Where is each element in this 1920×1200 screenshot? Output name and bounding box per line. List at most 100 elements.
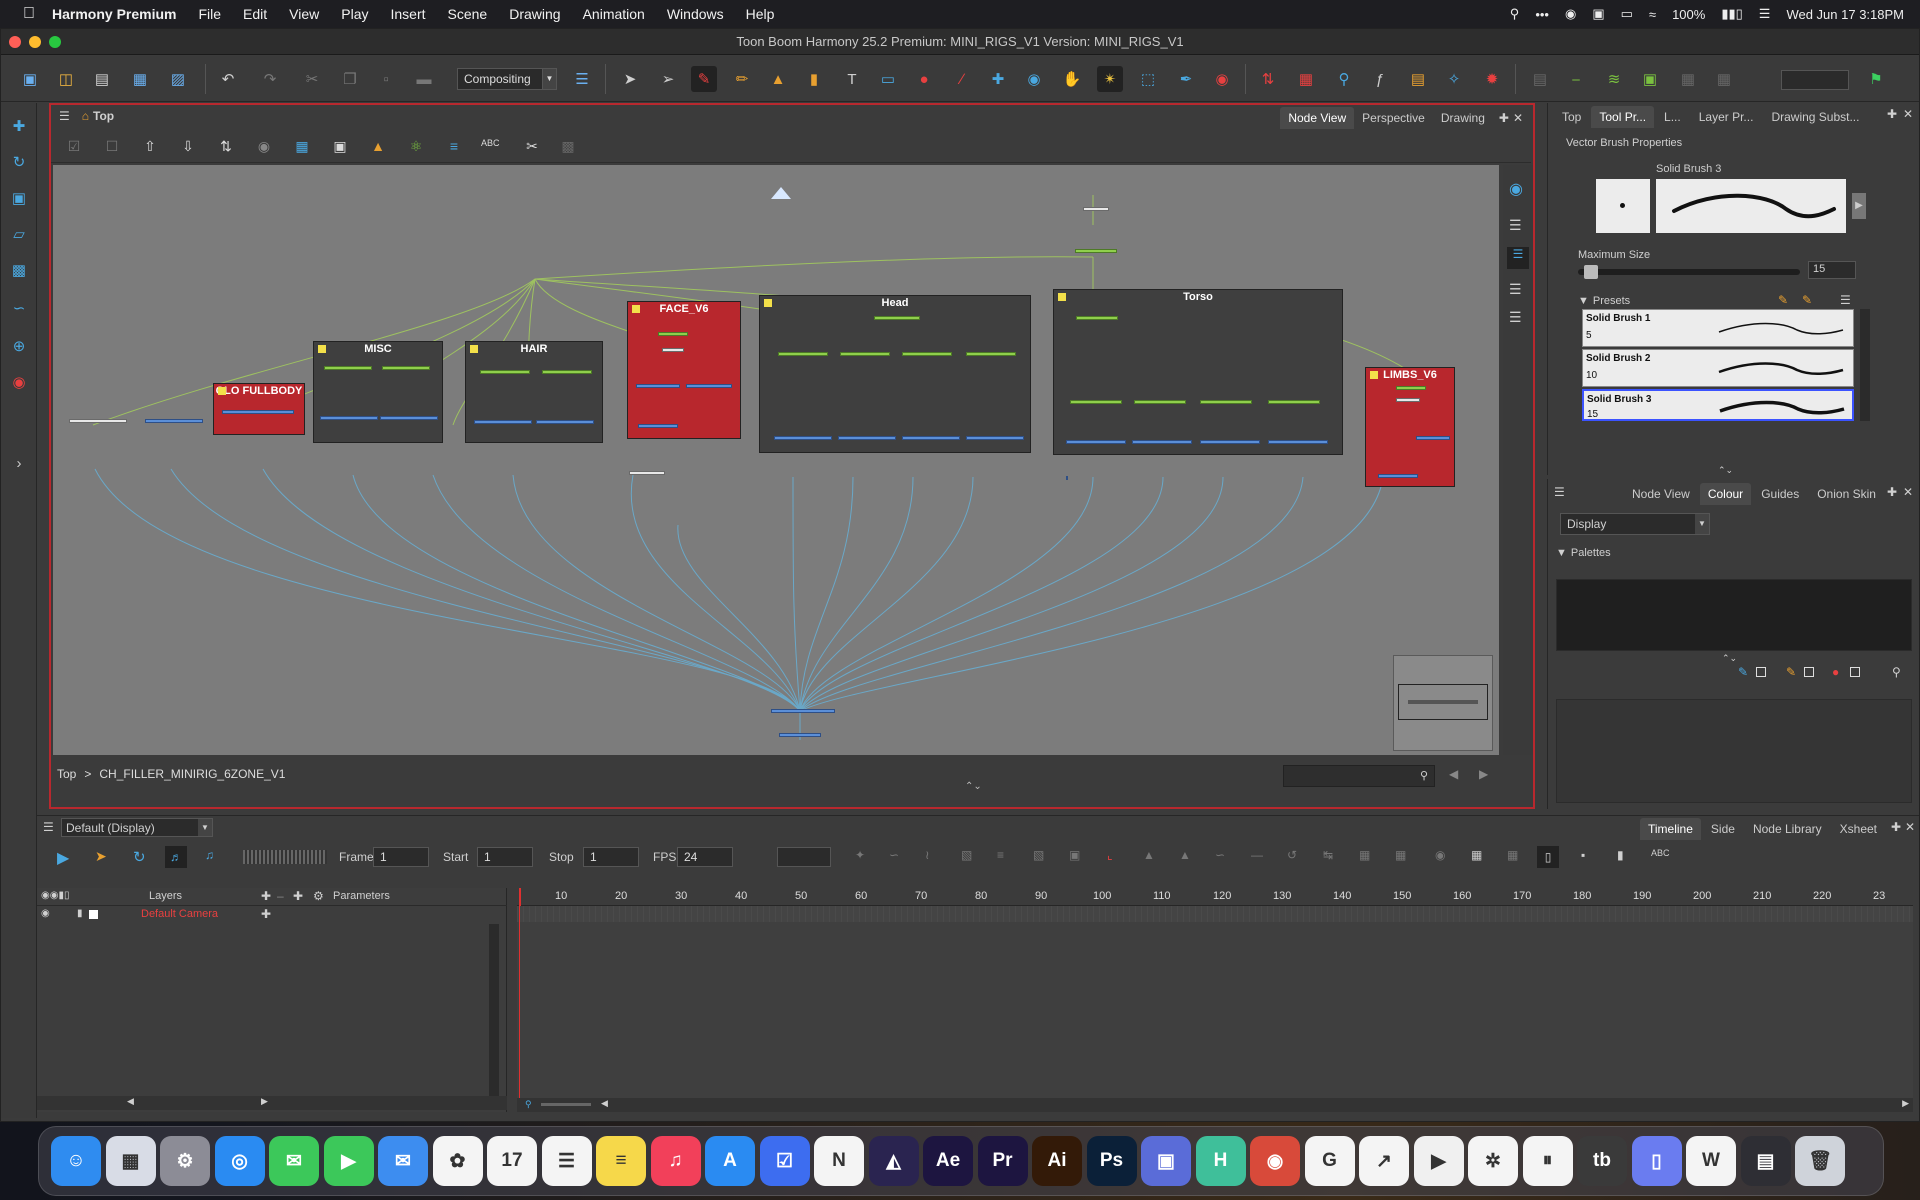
envelope-icon[interactable]: ▣ [1637,66,1663,92]
layer-visibility-icon[interactable]: ◉ [41,908,50,919]
rectangle-tool-icon[interactable]: ▭ [875,66,901,92]
disable-node-icon[interactable]: ☐ [103,138,121,156]
scroll-right-icon[interactable]: ▶ [261,1096,268,1107]
siri-icon[interactable]: ◉ [1565,6,1576,22]
stop-input[interactable]: 1 [583,847,639,867]
dock-music-icon[interactable]: ♫ [650,1136,701,1186]
dock-tour-box-console-icon[interactable]: tb [1577,1136,1627,1186]
delete-icon[interactable]: ▬ [411,66,437,92]
layer-stack-2-icon[interactable]: ☰ [1509,281,1522,298]
dock-scrivener-icon[interactable]: ◉ [1250,1136,1300,1186]
playhead[interactable] [519,888,521,906]
resize-arrows-icon[interactable]: ⌃⌄ [1718,465,1733,476]
dock-reminders-icon[interactable]: ☰ [541,1136,592,1186]
rename-preset-icon[interactable]: ✎ [1802,293,1812,307]
transform-tool-icon[interactable]: ✴ [1097,66,1123,92]
add-peg-icon[interactable]: ✚ [293,889,303,903]
tab-top[interactable]: Top [1554,106,1589,128]
stop-motion-icon[interactable]: ⌞ [1107,848,1113,862]
brush-expand-icon[interactable]: ▶ [1852,193,1866,219]
add-tab-icon[interactable]: ✚ [1499,111,1509,125]
write-node[interactable] [69,419,127,423]
dock-finder-icon[interactable]: ☺ [51,1136,101,1186]
cut-icon[interactable]: ✂ [299,66,325,92]
hierarchy-icon[interactable]: ▧ [961,848,972,862]
zoom-slider[interactable] [541,1103,591,1106]
cycle-tl-icon[interactable]: ↺ [1287,848,1297,862]
group-face[interactable]: FACE_V6 [627,301,741,439]
dock-iphone-mirroring-icon[interactable]: ▯ [1631,1136,1682,1186]
dock-after-effects-icon[interactable]: Ae [923,1136,973,1186]
display-select[interactable]: Display ▼ [1560,513,1710,535]
snap-grid-icon[interactable]: ▦ [1711,66,1737,92]
node-graph-canvas[interactable]: OLO FULLBODY MISC HAIR FACE_V6 Head Tors… [53,165,1499,755]
open-scene-icon[interactable]: ◫ [53,66,79,92]
display-node[interactable] [145,419,203,423]
new-scene-icon[interactable]: ▣ [17,66,43,92]
ik-icon[interactable]: ≋ [1601,66,1627,92]
brush-tool-icon[interactable]: ✎ [691,66,717,92]
dock-messages-icon[interactable]: ✉ [269,1136,319,1186]
tab-xsheet[interactable]: Xsheet [1832,818,1885,840]
menu-view[interactable]: View [289,6,319,22]
white-swatch-active-icon[interactable]: ▯ [1537,846,1559,868]
tab-layer-properties[interactable]: Layer Pr... [1691,106,1762,128]
menu-animation[interactable]: Animation [583,6,645,22]
rename-icon[interactable]: ABC [481,138,500,156]
breadcrumb-current[interactable]: CH_FILLER_MINIRIG_6ZONE_V1 [99,767,285,781]
menu-file[interactable]: File [198,6,221,22]
save-icon[interactable]: ▤ [89,66,115,92]
preset-item-selected[interactable]: Solid Brush 3 15 [1582,389,1854,421]
arrange-icon[interactable]: ⇅ [1255,66,1281,92]
home-icon[interactable]: ⌂ [82,109,89,123]
white-swatch-icon[interactable]: ▮ [1617,848,1624,862]
dock-illustrator-icon[interactable]: Ai [1032,1136,1082,1186]
menu-insert[interactable]: Insert [391,6,426,22]
start-input[interactable]: 1 [477,847,533,867]
dock-notes-icon[interactable]: ≡ [596,1136,646,1186]
preset-item[interactable]: Solid Brush 2 10 [1582,349,1854,387]
paint-tool-icon[interactable]: ▲ [765,66,791,92]
presets-scrollbar[interactable] [1860,309,1870,421]
align-icon[interactable]: ▤ [1527,66,1553,92]
dock-word-icon[interactable]: W [1686,1136,1736,1186]
deformer-icon[interactable]: ▤ [1405,66,1431,92]
group-up-icon[interactable]: ⇧ [141,138,159,156]
layer-stack-active-icon[interactable]: ☰ [1507,247,1529,269]
final-output-node[interactable] [779,733,821,737]
group-icon[interactable]: ▣ [1069,848,1080,862]
cable-icon[interactable]: ⇅ [217,138,235,156]
copy-icon[interactable]: ❐ [337,66,363,92]
remove-layer-icon[interactable]: – [277,889,284,903]
expand-tl-icon[interactable]: ▦ [1395,848,1406,862]
menu-app-name[interactable]: Harmony Premium [52,6,176,22]
render-icon[interactable]: ⚑ [1863,66,1889,92]
battery-icon[interactable]: ▮▮▯ [1721,6,1742,22]
link-icon[interactable]: ⚲ [1892,665,1901,679]
add-tab-icon[interactable]: ✚ [1891,820,1901,834]
close-panel-icon[interactable]: ✕ [1905,820,1915,834]
menu-windows[interactable]: Windows [667,6,724,22]
dock-youtube-icon[interactable]: ▶ [1413,1136,1464,1186]
panel-menu-icon[interactable]: ☰ [59,109,70,123]
loop-icon[interactable]: ↻ [133,848,146,866]
bucket-colour-icon[interactable]: ● [1832,665,1839,679]
text-tool-icon[interactable]: T [839,66,865,92]
nav-back-icon[interactable]: ◀ [1449,767,1458,781]
layer-stack-3-icon[interactable]: ☰ [1509,309,1522,326]
hand-tool-icon[interactable]: ✋ [1059,66,1085,92]
scroll-right-icon[interactable]: ▶ [1902,1098,1909,1109]
preset-item[interactable]: Solid Brush 1 5 [1582,309,1854,347]
dock-system-settings-icon[interactable]: ⚙ [160,1136,210,1186]
morph-tool-icon[interactable]: ◉ [1021,66,1047,92]
tab-drawing[interactable]: Drawing [1433,107,1493,129]
group-misc[interactable]: MISC [313,341,443,443]
layer-transform-icon[interactable]: ▩ [9,261,29,281]
resize-arrows-icon[interactable]: ⌃⌄ [1722,653,1737,664]
bone-tool-icon[interactable]: ⚲ [1331,66,1357,92]
contour-editor-icon[interactable]: ➢ [655,66,681,92]
tab-timeline[interactable]: Timeline [1640,818,1701,840]
undo-icon[interactable]: ↶ [215,66,241,92]
onion-skin-select[interactable] [777,847,831,867]
max-size-value[interactable]: 15 [1808,261,1856,279]
